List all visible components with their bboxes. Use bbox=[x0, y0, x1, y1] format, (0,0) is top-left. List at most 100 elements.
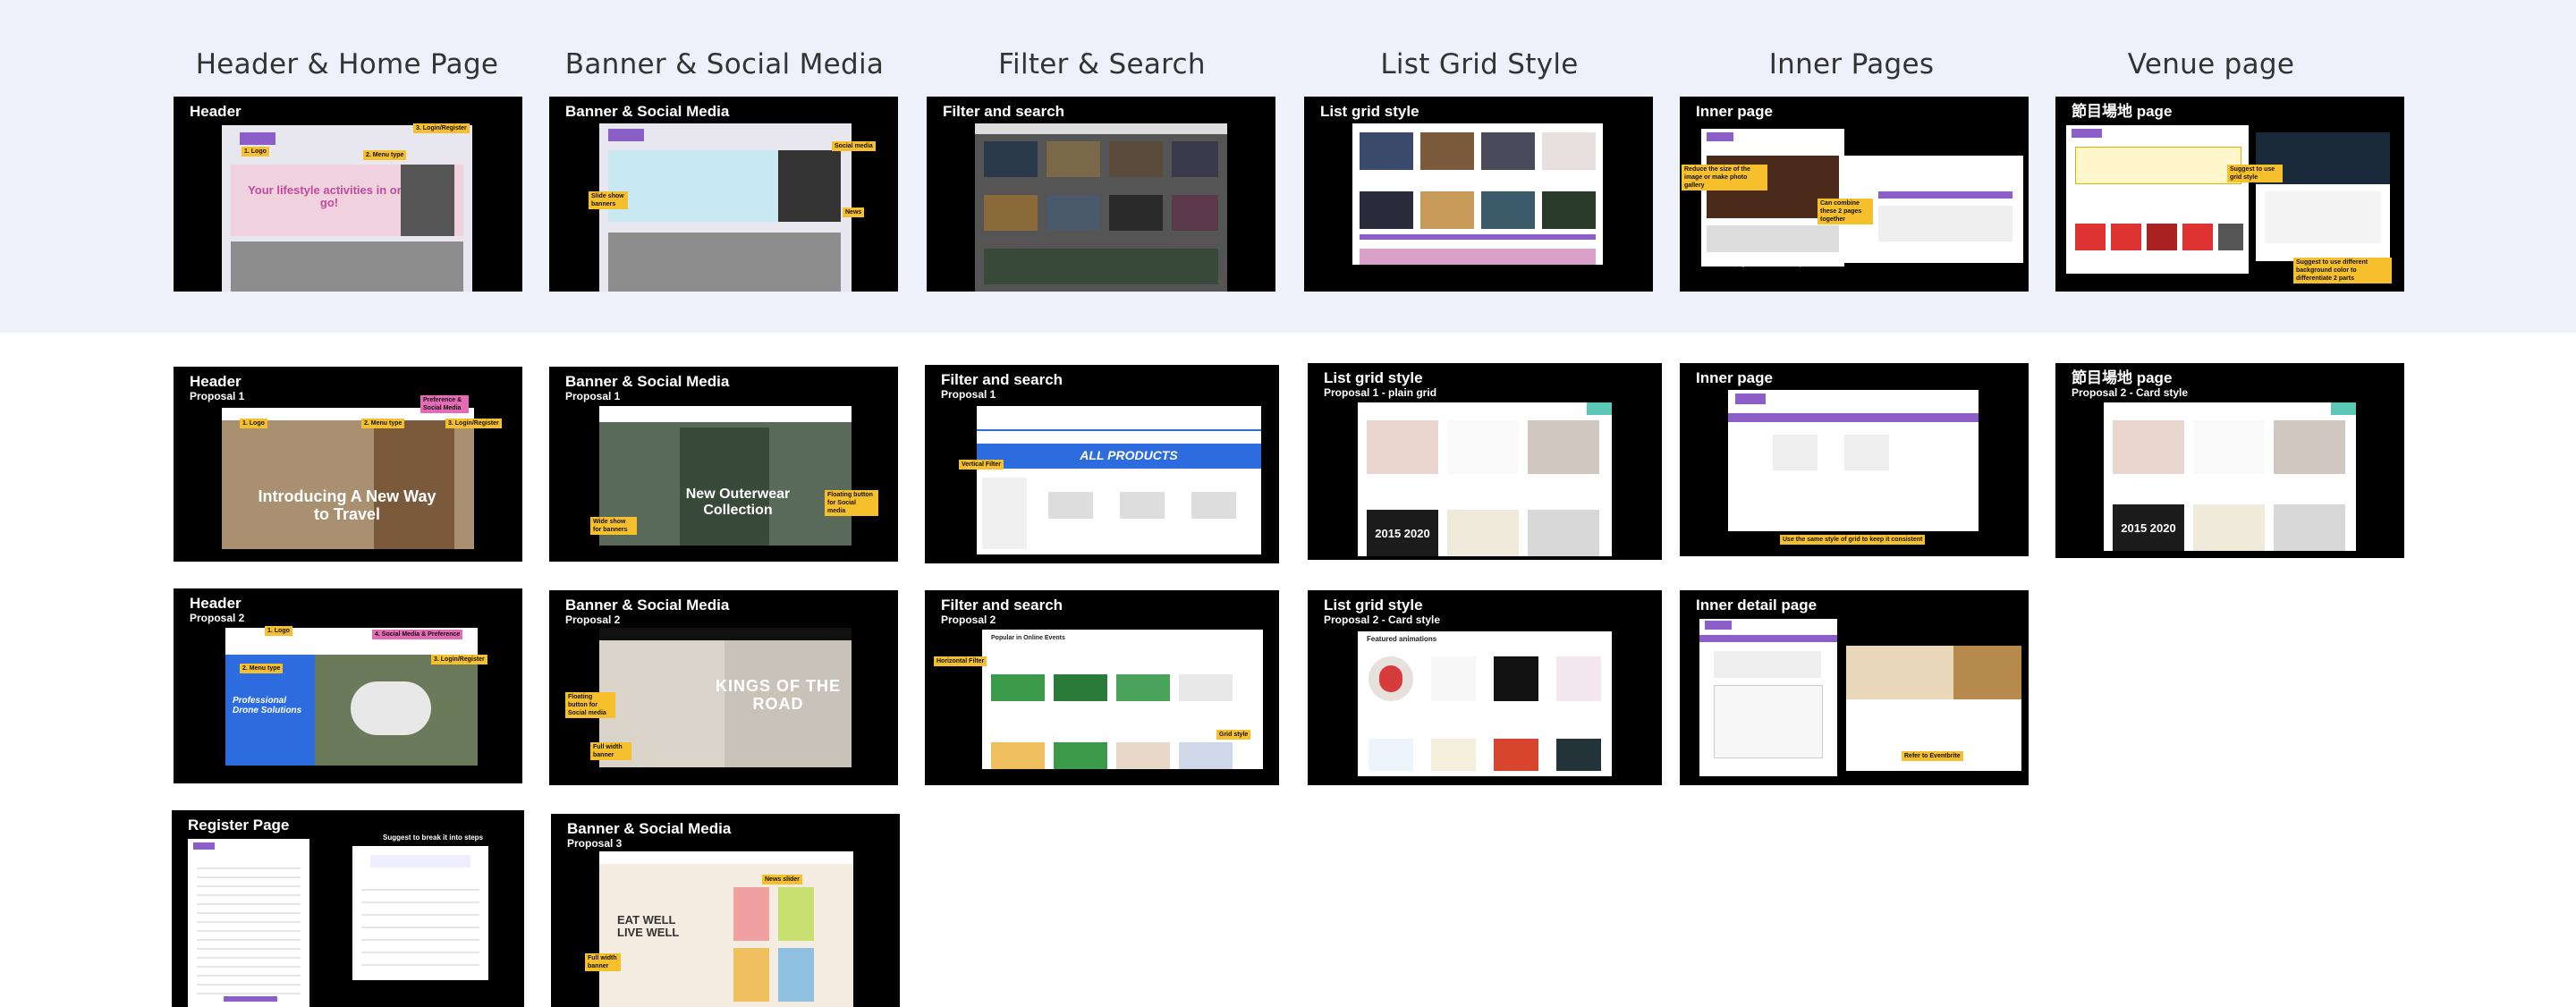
card-subtitle: Proposal 1 bbox=[941, 388, 996, 401]
note-text: This page doesn't have many contents bbox=[1721, 261, 1828, 267]
screenshot: Popular in Online Events bbox=[982, 630, 1263, 769]
card-list-proposal-1[interactable]: List grid style Proposal 1 - plain grid … bbox=[1308, 363, 1662, 560]
card-subtitle: Proposal 2 bbox=[941, 614, 996, 626]
annotation-tag: 1. Logo bbox=[265, 626, 292, 636]
card-title: Inner page bbox=[1696, 103, 1773, 120]
annotation-tag: 4. Social Media & Preference bbox=[372, 630, 463, 639]
card-venue-proposal-2[interactable]: 節目場地 page Proposal 2 - Card style 2015 2… bbox=[2055, 363, 2404, 558]
card-title: Banner & Social Media bbox=[565, 103, 730, 120]
card-title: Banner & Social Media bbox=[567, 820, 732, 837]
hero-text: 2015 2020 bbox=[1375, 527, 1430, 540]
annotation-tag: 3. Login/Register bbox=[431, 655, 487, 664]
column-title-venue: Venue page bbox=[2127, 48, 2295, 80]
hero-text: Popular in Online Events bbox=[991, 635, 1065, 641]
card-header-proposal-1[interactable]: Header Proposal 1 Introducing A New Way … bbox=[174, 367, 522, 562]
column-title-list: List Grid Style bbox=[1380, 48, 1579, 80]
screenshot bbox=[2066, 125, 2249, 274]
card-current-list[interactable]: List grid style bbox=[1304, 97, 1653, 292]
card-current-inner[interactable]: Inner page Reduce the size of the image … bbox=[1680, 97, 2029, 292]
column-title-banner: Banner & Social Media bbox=[564, 48, 885, 80]
annotation-tag: 2. Menu type bbox=[361, 419, 405, 428]
screenshot: Featured animations bbox=[1358, 631, 1612, 776]
annotation-tag: 3. Login/Register bbox=[413, 123, 470, 133]
card-list-proposal-2[interactable]: List grid style Proposal 2 - Card style … bbox=[1308, 590, 1662, 785]
annotation-tag: Can combine these 2 pages together bbox=[1818, 199, 1873, 224]
card-title: List grid style bbox=[1320, 103, 1419, 120]
card-current-header[interactable]: Header Your lifestyle activities in one … bbox=[174, 97, 522, 292]
card-subtitle: Proposal 2 - Card style bbox=[1324, 614, 1441, 626]
hero-text: ALL PRODUCTS bbox=[1080, 448, 1178, 462]
hero-text: 2015 2020 bbox=[2121, 521, 2176, 535]
card-filter-proposal-1[interactable]: Filter and search Proposal 1 ALL PRODUCT… bbox=[925, 365, 1279, 563]
annotation-tag: Preference & Social Media bbox=[420, 395, 469, 413]
screenshot: ALL PRODUCTS bbox=[977, 406, 1261, 554]
screenshot bbox=[352, 846, 488, 980]
hero-text: Introducing A New Way to Travel bbox=[258, 487, 436, 523]
screenshot: Professional Drone Solutions bbox=[225, 628, 478, 766]
screenshot bbox=[2256, 132, 2390, 261]
card-filter-proposal-2[interactable]: Filter and search Proposal 2 Popular in … bbox=[925, 590, 1279, 785]
card-subtitle: Proposal 1 bbox=[190, 390, 245, 402]
card-title: Inner detail page bbox=[1696, 597, 1818, 614]
card-title: List grid style bbox=[1324, 369, 1423, 386]
card-banner-proposal-1[interactable]: Banner & Social Media Proposal 1 New Out… bbox=[549, 367, 898, 562]
card-title: 節目場地 page bbox=[2072, 103, 2173, 120]
card-title: Filter and search bbox=[943, 103, 1065, 120]
annotation-tag: Refer to Eventbrite bbox=[1902, 751, 1963, 761]
card-title: Header bbox=[190, 103, 242, 120]
annotation-tag: Horizontal Filter bbox=[934, 656, 987, 666]
screenshot bbox=[1699, 619, 1837, 776]
annotation-tag: Wide show for banners bbox=[590, 517, 637, 535]
hero-text: Featured animations bbox=[1367, 635, 1437, 643]
card-title: Header bbox=[190, 595, 242, 612]
annotation-tag: Vertical Filter bbox=[959, 460, 1004, 470]
card-title: Inner page bbox=[1696, 369, 1773, 386]
screenshot bbox=[188, 839, 309, 1007]
card-register-page[interactable]: Register Page Suggest to break it into s… bbox=[172, 810, 524, 1007]
screenshot bbox=[975, 123, 1227, 292]
card-current-filter[interactable]: Filter and search bbox=[927, 97, 1275, 292]
column-title-filter: Filter & Search bbox=[998, 48, 1206, 80]
annotation-tag: Suggest to use different background colo… bbox=[2293, 258, 2392, 283]
card-subtitle: Proposal 2 bbox=[190, 612, 245, 624]
card-current-banner[interactable]: Banner & Social Media Slide show banners… bbox=[549, 97, 898, 292]
card-subtitle: Proposal 1 bbox=[565, 390, 621, 402]
screenshot bbox=[1701, 129, 1844, 267]
annotation-tag: Floating button for Social media bbox=[825, 490, 878, 516]
annotation-tag: 1. Logo bbox=[240, 419, 267, 428]
column-title-header: Header & Home Page bbox=[195, 48, 499, 80]
annotation-tag: 2. Menu type bbox=[240, 664, 284, 673]
card-banner-proposal-3[interactable]: Banner & Social Media Proposal 3 EAT WEL… bbox=[551, 814, 900, 1007]
column-title-inner: Inner Pages bbox=[1768, 48, 1935, 80]
card-subtitle: Proposal 2 - Card style bbox=[2072, 386, 2189, 399]
card-title: Filter and search bbox=[941, 597, 1063, 614]
card-title: Register Page bbox=[188, 817, 290, 834]
annotation-tag: News bbox=[843, 207, 865, 217]
annotation-tag: Suggest to use grid style bbox=[2227, 165, 2283, 182]
annotation-tag: Use the same style of grid to keep it co… bbox=[1780, 535, 1926, 545]
annotation-tag: Full width banner bbox=[585, 953, 621, 971]
screenshot: KINGS OF THE ROAD bbox=[599, 628, 852, 767]
card-title: Header bbox=[190, 373, 242, 390]
annotation-tag: Grid style bbox=[1216, 730, 1251, 740]
screenshot: Introducing A New Way to Travel bbox=[222, 408, 474, 549]
annotation-tag: Slide show banners bbox=[589, 191, 628, 209]
screenshot: 2015 2020 bbox=[1358, 402, 1612, 556]
card-header-proposal-2[interactable]: Header Proposal 2 Professional Drone Sol… bbox=[174, 588, 522, 783]
card-inner-proposal-1[interactable]: Inner page Use the same style of grid to… bbox=[1680, 363, 2029, 556]
annotation-tag: 2. Menu type bbox=[363, 150, 407, 160]
hero-text: Professional Drone Solutions bbox=[233, 696, 302, 715]
screenshot: 2015 2020 bbox=[2104, 402, 2356, 551]
card-banner-proposal-2[interactable]: Banner & Social Media Proposal 2 KINGS O… bbox=[549, 590, 898, 785]
hero-text: Your lifestyle activities in one go! bbox=[248, 183, 411, 210]
card-current-venue[interactable]: 節目場地 page Suggest to use grid style Sugg… bbox=[2055, 97, 2404, 292]
card-title: List grid style bbox=[1324, 597, 1423, 614]
card-subtitle: Proposal 1 - plain grid bbox=[1324, 386, 1437, 399]
card-title: Banner & Social Media bbox=[565, 597, 730, 614]
hero-text: KINGS OF THE ROAD bbox=[716, 677, 842, 713]
screenshot bbox=[1352, 123, 1603, 265]
card-subtitle: Proposal 3 bbox=[567, 837, 623, 850]
annotation-tag: Full width banner bbox=[590, 742, 631, 760]
card-title: Banner & Social Media bbox=[565, 373, 730, 390]
card-inner-detail-page[interactable]: Inner detail page Refer to Eventbrite bbox=[1680, 590, 2029, 785]
